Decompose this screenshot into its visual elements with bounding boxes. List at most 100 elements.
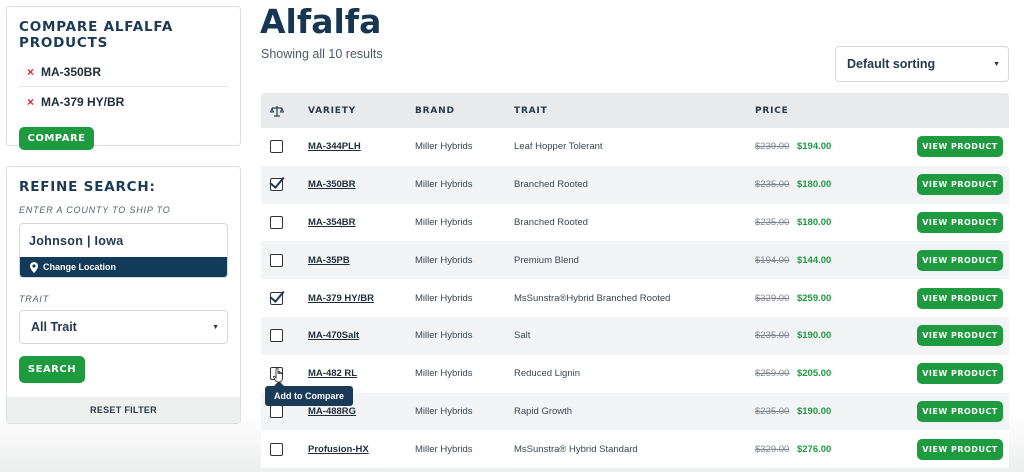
compare-checkbox-cell	[261, 291, 308, 305]
variety-link[interactable]: MA-470Salt	[308, 330, 359, 341]
view-product-button[interactable]: VIEW PRODUCT	[917, 136, 1003, 158]
brand-cell: Miller Hybrids	[415, 292, 473, 304]
county-field[interactable]: Johnson | Iowa Change Location	[19, 223, 228, 278]
original-price: $329.00	[755, 443, 790, 455]
action-cell: VIEW PRODUCT	[905, 249, 1009, 271]
price-header: PRICE	[755, 105, 789, 116]
view-product-button[interactable]: VIEW PRODUCT	[917, 438, 1003, 460]
compare-checkbox[interactable]	[270, 215, 283, 229]
refine-title: REFINE SEARCH:	[19, 179, 156, 195]
variety-link[interactable]: MA-482 RL	[308, 368, 357, 379]
refine-panel: REFINE SEARCH: ENTER A COUNTY TO SHIP TO…	[6, 166, 241, 424]
view-product-button[interactable]: VIEW PRODUCT	[917, 400, 1003, 422]
variety-link[interactable]: MA-354BR	[308, 217, 356, 228]
variety-link[interactable]: MA-488RG	[308, 406, 356, 417]
action-cell: VIEW PRODUCT	[905, 325, 1009, 347]
sale-price: $190.00	[796, 405, 832, 417]
compare-item: × MA-350BR	[19, 57, 228, 87]
compare-checkbox[interactable]	[270, 404, 283, 418]
sale-price: $259.00	[796, 292, 832, 304]
variety-link[interactable]: MA-350BR	[308, 179, 356, 190]
variety-cell: MA-488RG	[308, 406, 415, 417]
compare-panel: COMPARE ALFALFA PRODUCTS × MA-350BR × MA…	[6, 6, 241, 150]
compare-button[interactable]: COMPARE	[19, 127, 94, 150]
page-title: Alfalfa	[260, 2, 382, 41]
trait-cell: MsSunstra®Hybrid Branched Rooted	[514, 292, 671, 304]
reset-filter-button[interactable]: RESET FILTER	[7, 397, 240, 423]
compare-checkbox-cell	[261, 215, 308, 229]
compare-checkbox[interactable]	[270, 178, 283, 192]
brand-cell: Miller Hybrids	[415, 141, 473, 153]
compare-checkbox-cell	[261, 253, 308, 267]
compare-checkbox-cell	[261, 404, 308, 418]
original-price: $235.00	[755, 330, 790, 342]
variety-link[interactable]: MA-35PB	[308, 255, 350, 266]
view-product-button[interactable]: VIEW PRODUCT	[917, 287, 1003, 309]
compare-checkbox[interactable]	[270, 329, 283, 343]
table-row: MA-354BR Miller Hybrids Branched Rooted …	[261, 203, 1009, 242]
remove-icon[interactable]: ×	[19, 65, 41, 79]
variety-link[interactable]: Profusion-HX	[308, 444, 369, 455]
trait-cell: Premium Blend	[514, 254, 579, 266]
view-product-button[interactable]: VIEW PRODUCT	[917, 363, 1003, 385]
original-price: $235.00	[755, 216, 790, 228]
compare-checkbox[interactable]	[270, 140, 283, 154]
action-cell: VIEW PRODUCT	[905, 211, 1009, 233]
variety-cell: MA-470Salt	[308, 330, 415, 341]
trait-header: TRAIT	[514, 105, 548, 116]
original-price: $235.00	[755, 179, 790, 191]
variety-cell: MA-350BR	[308, 179, 415, 190]
trait-label: TRAIT	[19, 294, 49, 304]
compare-list: × MA-350BR × MA-379 HY/BR	[19, 57, 228, 117]
brand-cell: Miller Hybrids	[415, 443, 473, 455]
caret-down-icon: ▼	[993, 60, 1000, 68]
table-header: VARIETY BRAND TRAIT PRICE	[261, 93, 1009, 128]
trait-select[interactable]: All Trait ▼	[19, 310, 228, 344]
variety-link[interactable]: MA-344PLH	[308, 141, 361, 152]
price-cell: $235.00 $180.00	[755, 217, 905, 228]
view-product-button[interactable]: VIEW PRODUCT	[917, 174, 1003, 196]
change-location-button[interactable]: Change Location	[20, 257, 227, 277]
compare-checkbox[interactable]	[270, 442, 283, 456]
action-cell: VIEW PRODUCT	[905, 363, 1009, 385]
variety-header: VARIETY	[308, 105, 357, 116]
variety-cell: MA-344PLH	[308, 141, 415, 152]
view-product-button[interactable]: VIEW PRODUCT	[917, 325, 1003, 347]
view-product-button[interactable]: VIEW PRODUCT	[917, 249, 1003, 271]
action-cell: VIEW PRODUCT	[905, 136, 1009, 158]
compare-item-label: MA-379 HY/BR	[41, 95, 125, 109]
variety-cell: MA-379 HY/BR	[308, 293, 415, 304]
search-button[interactable]: SEARCH	[19, 356, 85, 383]
compare-checkbox[interactable]	[270, 291, 283, 305]
view-product-button[interactable]: VIEW PRODUCT	[917, 211, 1003, 233]
table-row: Profusion-HX Miller Hybrids MsSunstra® H…	[261, 430, 1009, 469]
trait-cell: Salt	[514, 330, 531, 342]
original-price: $235.00	[755, 405, 790, 417]
result-count: Showing all 10 results	[261, 47, 383, 61]
trait-cell: Branched Rooted	[514, 216, 588, 228]
compare-checkbox[interactable]	[270, 253, 283, 267]
remove-icon[interactable]: ×	[19, 95, 41, 109]
variety-cell: Profusion-HX	[308, 444, 415, 455]
sale-price: $205.00	[796, 368, 832, 380]
trait-cell: Branched Rooted	[514, 179, 588, 191]
action-cell: VIEW PRODUCT	[905, 400, 1009, 422]
sale-price: $276.00	[796, 443, 832, 455]
variety-cell: MA-482 RL	[308, 368, 415, 379]
price-cell: $235.00 $180.00	[755, 179, 905, 190]
table-row: MA-350BR Miller Hybrids Branched Rooted …	[261, 165, 1009, 204]
county-value[interactable]: Johnson | Iowa	[20, 224, 227, 257]
table-row: MA-470Salt Miller Hybrids Salt $235.00 $…	[261, 316, 1009, 355]
sale-price: $180.00	[796, 179, 832, 191]
sort-select[interactable]: Default sorting ▼	[835, 46, 1009, 82]
variety-link[interactable]: MA-379 HY/BR	[308, 293, 374, 304]
brand-cell: Miller Hybrids	[415, 330, 473, 342]
action-cell: VIEW PRODUCT	[905, 174, 1009, 196]
table-row: MA-35PB Miller Hybrids Premium Blend $19…	[261, 241, 1009, 280]
brand-header: BRAND	[415, 105, 455, 116]
sale-price: $144.00	[796, 254, 832, 266]
sale-price: $190.00	[796, 330, 832, 342]
price-cell: $235.00 $190.00	[755, 406, 905, 417]
county-label: ENTER A COUNTY TO SHIP TO	[19, 205, 171, 215]
trait-cell: Leaf Hopper Tolerant	[514, 141, 603, 153]
